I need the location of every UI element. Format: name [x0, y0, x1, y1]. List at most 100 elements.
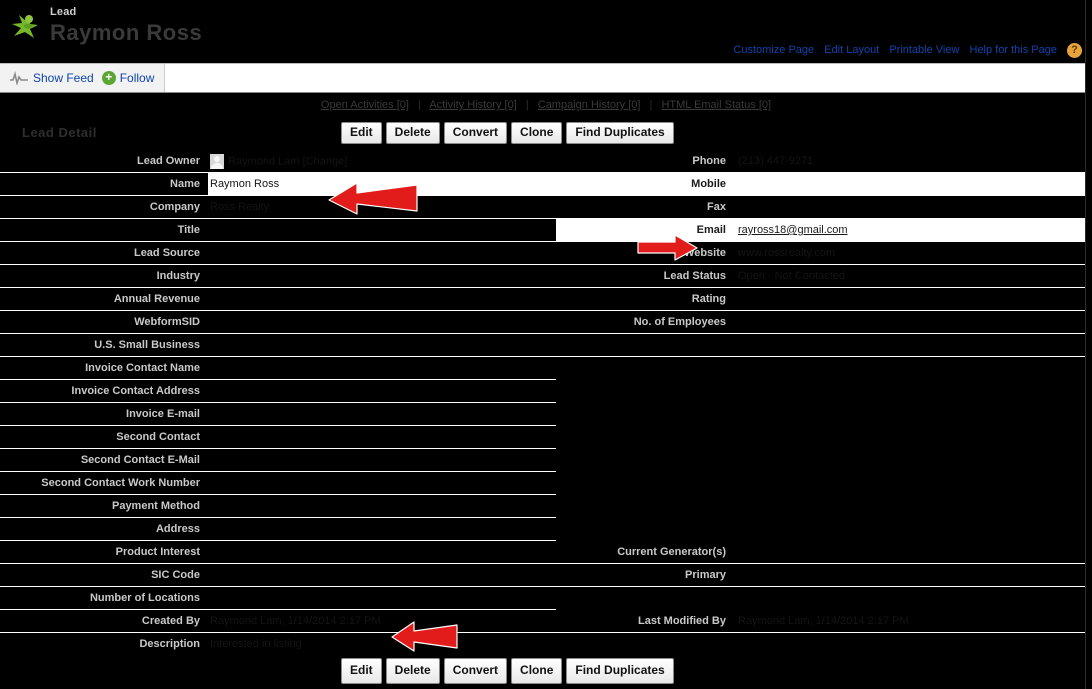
- field-label-lead-status: Lead Status: [556, 264, 734, 288]
- edit-layout-link[interactable]: Edit Layout: [824, 44, 879, 56]
- delete-button-bottom[interactable]: Delete: [385, 658, 440, 684]
- field-value-blank: [734, 495, 1092, 518]
- field-row-payment-method: Payment Method: [0, 494, 1092, 518]
- field-value-lead-owner-text: Raymond Lam [Change]: [228, 154, 348, 167]
- page-header: Lead Raymon Ross Customize Page Edit Lay…: [0, 0, 1092, 63]
- field-row-address: Address: [0, 517, 1092, 541]
- find-duplicates-button-bottom[interactable]: Find Duplicates: [566, 658, 674, 684]
- field-label-industry: Industry: [0, 264, 208, 288]
- field-label-email: Email: [556, 218, 734, 242]
- field-value-rating: [734, 287, 1092, 311]
- field-value-blank: [734, 357, 1092, 380]
- field-value-blank: [734, 587, 1092, 610]
- field-label-mobile: Mobile: [556, 172, 734, 196]
- page-title: Raymon Ross: [50, 20, 203, 45]
- field-value-primary: [734, 563, 1092, 587]
- field-row-sic-code-primary: SIC Code Primary: [0, 563, 1092, 587]
- field-label-title: Title: [0, 218, 208, 242]
- detail-button-row-top: Edit Delete Convert Clone Find Duplicate…: [341, 122, 674, 144]
- field-label-created-by: Created By: [0, 609, 208, 633]
- field-row-invoice-contact-name: Invoice Contact Name: [0, 356, 1092, 380]
- related-link-activity-history-count: [0]: [504, 99, 517, 111]
- lead-detail-section-header: Lead Detail Edit Delete Convert Clone Fi…: [0, 117, 1092, 150]
- field-value-blank: [734, 518, 1092, 541]
- follow-link[interactable]: Follow: [120, 71, 155, 85]
- field-label-blank: [556, 472, 734, 495]
- field-value-created-by: Raymond Lam, 1/14/2014 2:17 PM: [208, 609, 556, 633]
- field-value-phone: (213) 447-9271: [734, 150, 1092, 173]
- field-value-email: rayross18@gmail.com: [734, 218, 1092, 242]
- related-link-campaign-history[interactable]: Campaign History [0]: [538, 99, 641, 111]
- related-link-separator: |: [418, 99, 421, 111]
- related-link-activity-history[interactable]: Activity History [0]: [429, 99, 516, 111]
- field-label-blank: [556, 518, 734, 541]
- field-row-invoice-email: Invoice E-mail: [0, 402, 1092, 426]
- field-label-address: Address: [0, 517, 208, 541]
- field-value-current-generators: [734, 540, 1092, 564]
- related-link-open-activities[interactable]: Open Activities [0]: [321, 99, 409, 111]
- convert-button[interactable]: Convert: [443, 122, 508, 144]
- field-value-product-interest: [208, 540, 556, 564]
- vertical-scrollbar[interactable]: [1085, 0, 1092, 689]
- field-label-name: Name: [0, 172, 208, 196]
- clone-button[interactable]: Clone: [511, 122, 563, 144]
- field-value-description: Interested in listing: [210, 638, 302, 650]
- related-link-activity-history-label: Activity History: [429, 99, 502, 111]
- field-label-blank: [556, 587, 734, 610]
- field-row-created-by-last-modified-by: Created By Raymond Lam, 1/14/2014 2:17 P…: [0, 609, 1092, 633]
- detail-button-row-bottom: Edit Delete Convert Clone Find Duplicate…: [0, 655, 1092, 684]
- field-value-blank: [734, 449, 1092, 472]
- field-label-product-interest: Product Interest: [0, 540, 208, 564]
- field-value-blank: [734, 403, 1092, 426]
- field-label-current-generators: Current Generator(s): [556, 540, 734, 564]
- field-label-lead-owner: Lead Owner: [0, 150, 208, 173]
- field-value-company: Ross Realty: [208, 195, 556, 219]
- related-link-separator: |: [525, 99, 529, 111]
- email-link[interactable]: rayross18@gmail.com: [738, 224, 848, 236]
- delete-button[interactable]: Delete: [385, 122, 440, 144]
- field-value-name: Raymon Ross: [208, 172, 556, 196]
- edit-button-bottom[interactable]: Edit: [341, 658, 382, 684]
- related-link-separator: |: [649, 99, 653, 111]
- field-label-last-modified-by: Last Modified By: [556, 609, 734, 633]
- field-label-website: Website: [556, 241, 734, 265]
- find-duplicates-button[interactable]: Find Duplicates: [566, 122, 674, 144]
- field-row-second-contact-email: Second Contact E-Mail: [0, 448, 1092, 472]
- field-label-description: Description: [139, 638, 200, 650]
- related-links-bar: Open Activities [0] | Activity History […: [0, 93, 1092, 117]
- field-value-blank: [734, 426, 1092, 449]
- field-label-blank: [556, 333, 734, 357]
- lead-detail-fields: Lead Owner Raymond Lam [Change] Phone (2…: [0, 150, 1092, 655]
- follow-plus-icon[interactable]: +: [101, 71, 116, 85]
- clone-button-bottom[interactable]: Clone: [511, 658, 563, 684]
- field-row-industry-lead-status: Industry Lead Status Open - Not Contacte…: [0, 264, 1092, 288]
- related-link-open-activities-label: Open Activities: [320, 99, 394, 111]
- field-label-invoice-contact-name: Invoice Contact Name: [0, 356, 208, 380]
- field-value-invoice-email: [208, 402, 556, 426]
- help-icon[interactable]: ?: [1067, 43, 1082, 58]
- field-label-blank: [556, 426, 734, 449]
- field-row-name-mobile: Name Raymon Ross Mobile: [0, 172, 1092, 196]
- related-link-html-email-status[interactable]: HTML Email Status [0]: [661, 99, 771, 111]
- field-label-rating: Rating: [556, 287, 734, 311]
- customize-page-link[interactable]: Customize Page: [733, 44, 814, 56]
- edit-button[interactable]: Edit: [341, 122, 382, 144]
- field-label-number-of-locations: Number of Locations: [0, 586, 208, 610]
- field-row-company-fax: Company Ross Realty Fax: [0, 195, 1092, 219]
- field-row-product-interest-current-generators: Product Interest Current Generator(s): [0, 540, 1092, 564]
- convert-button-bottom[interactable]: Convert: [443, 658, 508, 684]
- field-label-payment-method: Payment Method: [0, 494, 208, 518]
- feed-bar-controls: Show Feed + Follow: [0, 64, 165, 92]
- help-for-this-page-link[interactable]: Help for this Page: [970, 44, 1057, 56]
- field-row-lead-source-website: Lead Source Website www.rossrealty.com: [0, 241, 1092, 265]
- field-value-webformsid: [208, 310, 556, 334]
- field-label-blank: [556, 403, 734, 426]
- show-feed-link[interactable]: Show Feed: [33, 71, 94, 85]
- related-link-open-activities-count: [0]: [396, 99, 409, 111]
- field-value-mobile: [734, 172, 1092, 196]
- field-label-blank: [556, 357, 734, 380]
- field-row-annual-revenue-rating: Annual Revenue Rating: [0, 287, 1092, 311]
- printable-view-link[interactable]: Printable View: [889, 44, 959, 56]
- field-value-title: [208, 218, 556, 242]
- field-value-blank: [734, 380, 1092, 403]
